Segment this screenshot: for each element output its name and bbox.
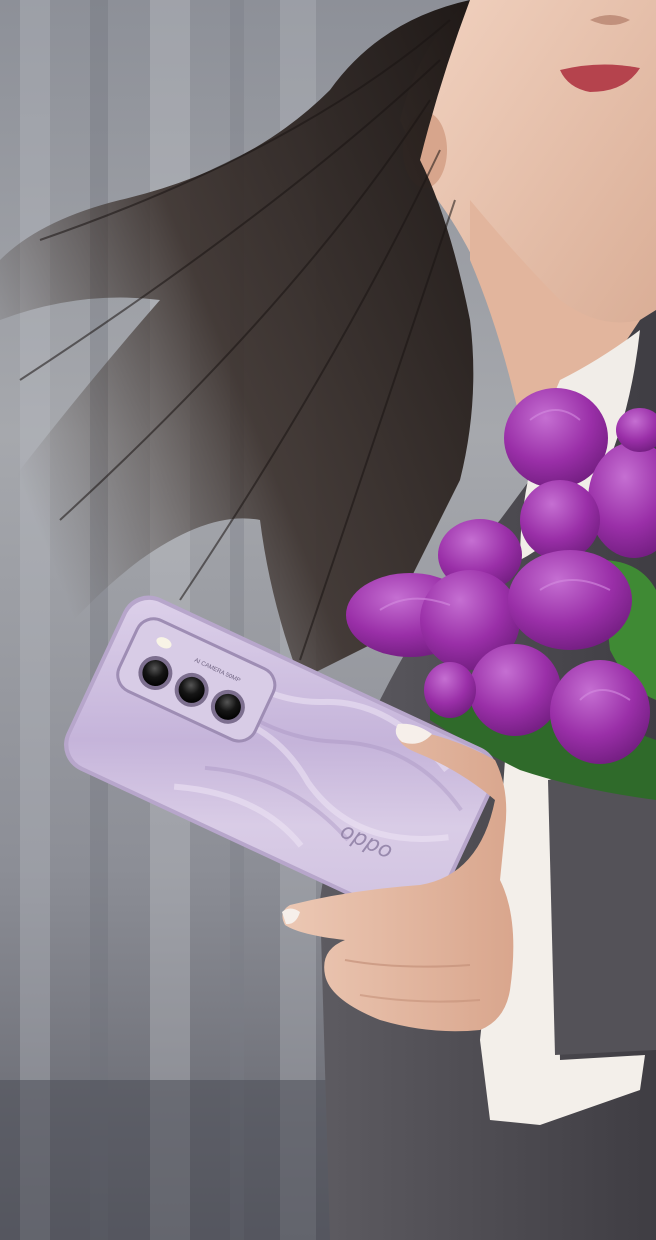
tulip-flower (424, 662, 476, 718)
photo-canvas: AI CAMERA 50MP oppo (0, 0, 656, 1240)
jacket-sleeve (548, 760, 656, 1055)
tulip-flower (550, 660, 650, 764)
background-dark-floor (0, 1080, 330, 1240)
lifestyle-photo: AI CAMERA 50MP oppo (0, 0, 656, 1240)
tulip-flower (469, 644, 561, 736)
tulip-flower (508, 550, 632, 650)
tulip-flower (504, 388, 608, 488)
tulip-flower (520, 480, 600, 560)
